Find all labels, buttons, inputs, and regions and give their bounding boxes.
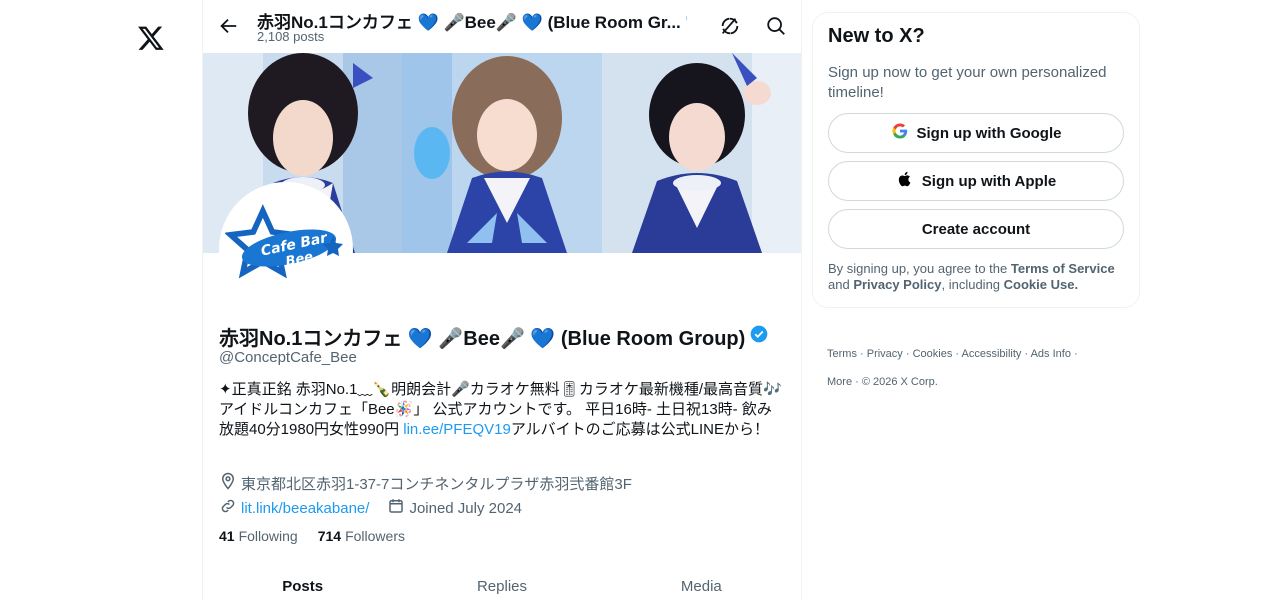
- footer-links: Terms · Privacy · Cookies · Accessibilit…: [827, 348, 1078, 388]
- bio-link[interactable]: lin.ee/PFEQV19: [403, 421, 511, 438]
- profile-handle: @ConceptCafe_Bee: [219, 349, 357, 366]
- calendar-icon: [387, 497, 405, 519]
- legal-including: , including: [941, 277, 1004, 292]
- search-icon[interactable]: [765, 15, 787, 37]
- following-link[interactable]: 41 Following: [219, 528, 298, 544]
- cookie-link[interactable]: Cookie Use.: [1004, 277, 1078, 292]
- privacy-link[interactable]: Privacy Policy: [853, 277, 941, 292]
- legal-and: and: [828, 277, 854, 292]
- following-count: 41: [219, 528, 235, 544]
- legal-prefix: By signing up, you agree to the: [828, 261, 1011, 276]
- tab-replies[interactable]: Replies: [402, 565, 601, 600]
- signup-apple-button[interactable]: Sign up with Apple: [828, 161, 1124, 201]
- tab-media[interactable]: Media: [602, 565, 801, 600]
- banner-photo-2: [402, 53, 602, 253]
- verified-badge-icon[interactable]: [749, 324, 769, 350]
- profile-bio: ✦正真正銘 赤羽No.1﹏🍾明朗会計🎤カラオケ無料🎚カラオケ最新機種/最高音質🎶…: [219, 380, 784, 440]
- footer-terms[interactable]: Terms: [827, 348, 857, 360]
- verified-badge-icon: [685, 9, 687, 32]
- footer-more[interactable]: More: [827, 376, 852, 388]
- profile-name-wrap: 赤羽No.1コンカフェ 💙 🎤Bee🎤 💙 (Blue Room Group): [219, 322, 769, 351]
- back-arrow-icon[interactable]: [217, 15, 241, 39]
- profile-tabs: Posts Replies Media: [203, 565, 801, 600]
- refresh-icon[interactable]: [719, 15, 741, 37]
- banner-photo-3: [601, 53, 801, 253]
- footer-ads-info[interactable]: Ads Info: [1031, 348, 1071, 360]
- followers-label: Followers: [345, 528, 405, 544]
- location-icon: [219, 472, 237, 494]
- create-account-label: Create account: [921, 220, 1031, 238]
- followers-link[interactable]: 714 Followers: [318, 528, 405, 544]
- footer-copyright: © 2026 X Corp.: [861, 376, 938, 388]
- footer-privacy[interactable]: Privacy: [867, 348, 903, 360]
- follow-stats: 41 Following 714 Followers: [219, 528, 405, 544]
- profile-location: 東京都北区赤羽1-37-7コンチネンタルプラザ赤羽弐番館3F: [241, 475, 632, 493]
- signup-card: New to X? Sign up now to get your own pe…: [812, 12, 1140, 308]
- google-icon: [891, 122, 909, 144]
- profile-header-bar: 赤羽No.1コンカフェ 💙 🎤Bee🎤 💙 (Blue Room Gr... 2…: [203, 0, 801, 53]
- footer-cookies[interactable]: Cookies: [913, 348, 953, 360]
- terms-link[interactable]: Terms of Service: [1011, 261, 1115, 276]
- apple-icon: [896, 170, 914, 192]
- signup-title: New to X?: [828, 25, 925, 47]
- profile-website-link[interactable]: lit.link/beeakabane/: [241, 500, 369, 517]
- profile-column: 赤羽No.1コンカフェ 💙 🎤Bee🎤 💙 (Blue Room Gr... 2…: [202, 0, 802, 600]
- signup-apple-label: Sign up with Apple: [921, 172, 1057, 190]
- signup-legal-text: By signing up, you agree to the Terms of…: [828, 261, 1128, 293]
- bio-text-2: アルバイトのご応募は公式LINEから！: [510, 421, 770, 438]
- signup-google-label: Sign up with Google: [916, 124, 1062, 142]
- avatar[interactable]: Cafe Bar Bee: [219, 182, 353, 316]
- following-label: Following: [238, 528, 298, 544]
- x-logo-icon[interactable]: [133, 20, 169, 56]
- signup-subtitle: Sign up now to get your own personalized…: [828, 64, 1107, 101]
- followers-count: 714: [317, 528, 342, 544]
- header-post-count: 2,108 posts: [257, 29, 325, 44]
- profile-name: 赤羽No.1コンカフェ 💙 🎤Bee🎤 💙 (Blue Room Group): [219, 328, 746, 350]
- footer-accessibility[interactable]: Accessibility: [962, 348, 1022, 360]
- signup-google-button[interactable]: Sign up with Google: [828, 113, 1124, 153]
- tab-posts[interactable]: Posts: [203, 565, 402, 600]
- location-row: 東京都北区赤羽1-37-7コンチネンタルプラザ赤羽弐番館3F: [219, 472, 632, 494]
- link-icon: [219, 497, 237, 519]
- create-account-button[interactable]: Create account: [828, 209, 1124, 249]
- website-joined-row: lit.link/beeakabane/ Joined July 2024: [219, 497, 522, 519]
- profile-joined: Joined July 2024: [409, 499, 523, 517]
